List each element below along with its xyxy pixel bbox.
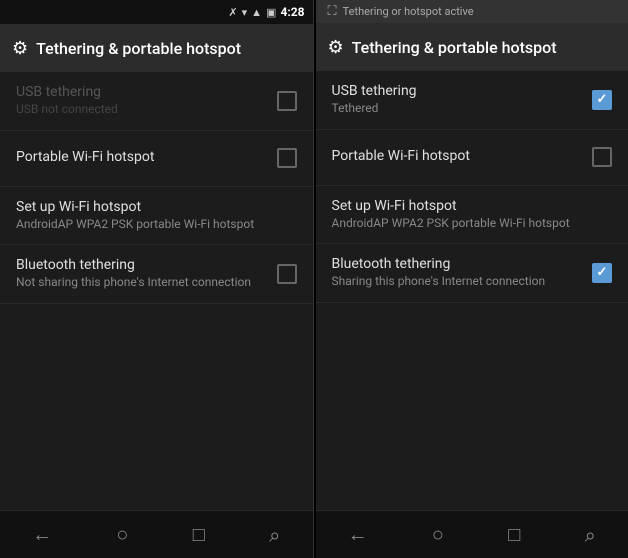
usb-tethering-text-left: USB tethering USB not connected [16,84,269,118]
settings-content-left: USB tethering USB not connected Portable… [0,72,313,510]
left-phone-screen: ✗ ▾ ▲ ▣ 4:28 ⚙ Tethering & portable hots… [0,0,314,558]
signal-icon: ✗ [228,6,237,19]
right-phone-screen: ⛶ Tethering or hotspot active ⚙ Tetherin… [316,0,628,558]
setup-wifi-item-left[interactable]: Set up Wi-Fi hotspot AndroidAP WPA2 PSK … [0,187,313,246]
setup-wifi-sub-right: AndroidAP WPA2 PSK portable Wi-Fi hotspo… [332,216,613,232]
portable-wifi-title-right: Portable Wi-Fi hotspot [332,148,585,164]
bluetooth-tethering-text-left: Bluetooth tethering Not sharing this pho… [16,257,269,291]
gear-icon-left: ⚙ [12,38,28,59]
setup-wifi-text-right: Set up Wi-Fi hotspot AndroidAP WPA2 PSK … [332,198,613,232]
bluetooth-tethering-text-right: Bluetooth tethering Sharing this phone's… [332,256,585,290]
portable-wifi-checkbox-left[interactable] [277,148,297,168]
setup-wifi-text-left: Set up Wi-Fi hotspot AndroidAP WPA2 PSK … [16,199,297,233]
usb-tethering-title-right: USB tethering [332,83,585,99]
page-title-left: Tethering & portable hotspot [36,39,241,58]
bluetooth-tethering-sub-left: Not sharing this phone's Internet connec… [16,275,269,291]
bluetooth-tethering-title-left: Bluetooth tethering [16,257,269,273]
nav-bar-left: ← ○ □ ⌕ [0,510,313,558]
search-button-right[interactable]: ⌕ [577,515,604,555]
wifi-icon: ▾ [242,6,248,19]
hotspot-icon: ⛶ [328,4,337,19]
battery-icon: ▣ [266,6,276,19]
usb-tethering-checkbox-left[interactable] [277,91,297,111]
recent-button-left[interactable]: □ [185,514,213,555]
bluetooth-tethering-item-right[interactable]: Bluetooth tethering Sharing this phone's… [316,244,628,303]
settings-content-right: USB tethering Tethered Portable Wi-Fi ho… [316,71,628,510]
portable-wifi-item-left[interactable]: Portable Wi-Fi hotspot [0,131,313,187]
usb-tethering-checkbox-right[interactable] [592,90,612,110]
status-bar-left: ✗ ▾ ▲ ▣ 4:28 [0,0,313,24]
bluetooth-tethering-title-right: Bluetooth tethering [332,256,585,272]
setup-wifi-sub-left: AndroidAP WPA2 PSK portable Wi-Fi hotspo… [16,217,297,233]
setup-wifi-title-left: Set up Wi-Fi hotspot [16,199,297,215]
bluetooth-tethering-checkbox-right[interactable] [592,263,612,283]
usb-tethering-item-left[interactable]: USB tethering USB not connected [0,72,313,131]
back-button-right[interactable]: ← [340,514,376,555]
status-time-left: 4:28 [280,5,304,19]
usb-tethering-sub-right: Tethered [332,101,585,117]
screen-header-left: ⚙ Tethering & portable hotspot [0,24,313,72]
setup-wifi-title-right: Set up Wi-Fi hotspot [332,198,613,214]
page-title-right: Tethering & portable hotspot [352,38,557,57]
setup-wifi-item-right[interactable]: Set up Wi-Fi hotspot AndroidAP WPA2 PSK … [316,186,628,245]
portable-wifi-text-left: Portable Wi-Fi hotspot [16,149,269,167]
bluetooth-tethering-item-left[interactable]: Bluetooth tethering Not sharing this pho… [0,245,313,304]
nav-bar-right: ← ○ □ ⌕ [316,510,628,558]
usb-tethering-item-right[interactable]: USB tethering Tethered [316,71,628,130]
usb-tethering-sub-left: USB not connected [16,102,269,118]
screen-header-right: ⚙ Tethering & portable hotspot [316,23,628,71]
bluetooth-tethering-sub-right: Sharing this phone's Internet connection [332,274,585,290]
portable-wifi-text-right: Portable Wi-Fi hotspot [332,148,585,166]
signal-bars-icon: ▲ [251,6,262,19]
recent-button-right[interactable]: □ [500,514,528,555]
home-button-right[interactable]: ○ [424,514,452,555]
home-button-left[interactable]: ○ [108,514,136,555]
notification-bar-right: ⛶ Tethering or hotspot active [316,0,628,23]
portable-wifi-title-left: Portable Wi-Fi hotspot [16,149,269,165]
search-button-left[interactable]: ⌕ [261,515,288,555]
notification-text: Tethering or hotspot active [343,5,474,18]
usb-tethering-text-right: USB tethering Tethered [332,83,585,117]
back-button-left[interactable]: ← [24,514,60,555]
portable-wifi-checkbox-right[interactable] [592,147,612,167]
gear-icon-right: ⚙ [328,37,344,58]
portable-wifi-item-right[interactable]: Portable Wi-Fi hotspot [316,130,628,186]
usb-tethering-title-left: USB tethering [16,84,269,100]
bluetooth-tethering-checkbox-left[interactable] [277,264,297,284]
status-icons-left: ✗ ▾ ▲ ▣ [228,6,276,19]
